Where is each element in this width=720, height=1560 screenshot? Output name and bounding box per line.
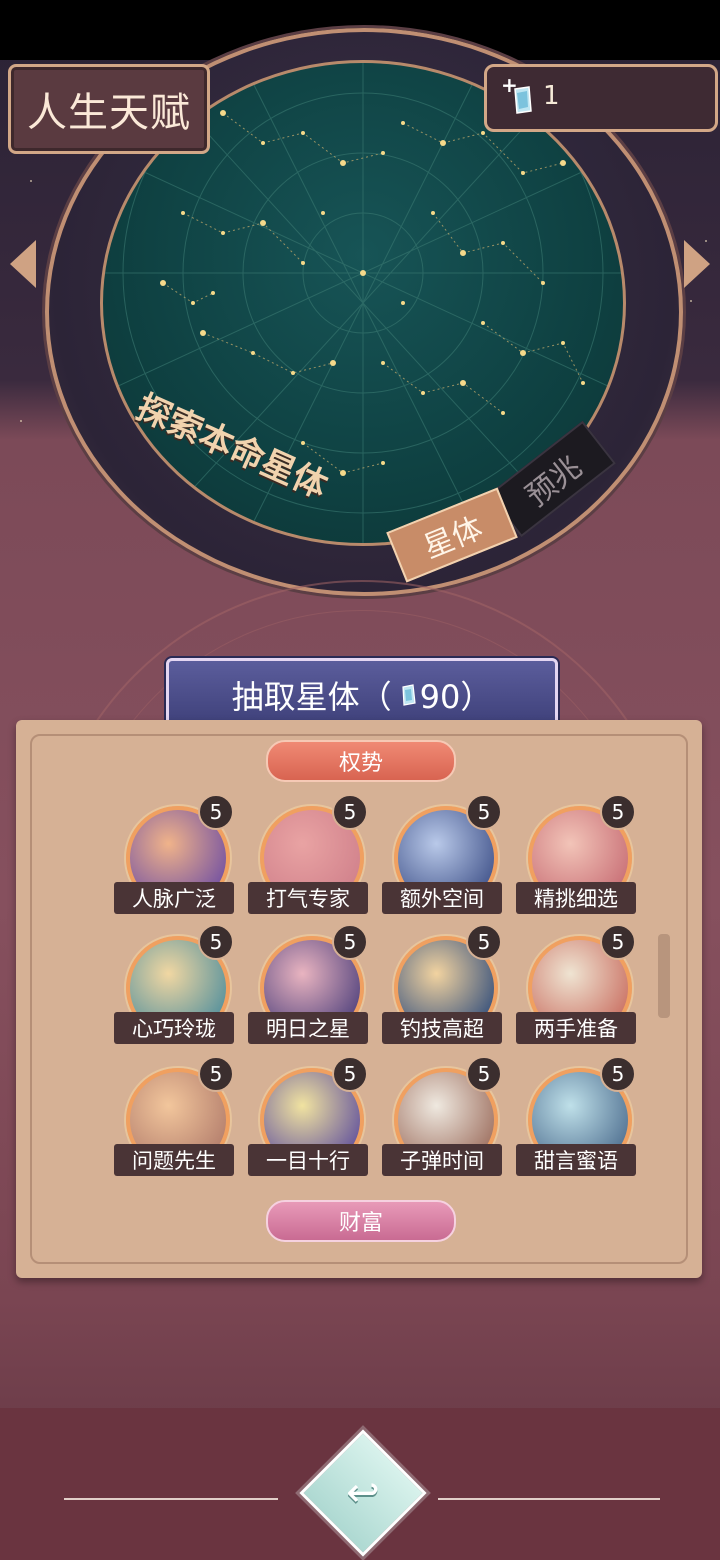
- map-star: [261, 141, 265, 145]
- map-star: [291, 371, 295, 375]
- talent-level-badge: 5: [600, 924, 636, 960]
- map-star: [560, 160, 566, 166]
- map-star: [220, 110, 226, 116]
- talent-item[interactable]: 5 心巧玲珑: [110, 924, 240, 1056]
- background-star: [20, 420, 22, 422]
- talent-level-badge: 5: [332, 1056, 368, 1092]
- page-title: 人生天赋: [27, 90, 191, 136]
- screen: 人生天赋 + 1 探索本命星体 预兆 星体 抽取星体（ 90） 权势 财富 5人…: [0, 0, 720, 1560]
- map-star: [421, 391, 425, 395]
- background-star: [690, 300, 692, 302]
- map-star: [381, 151, 385, 155]
- talent-name: 人脉广泛: [114, 882, 234, 914]
- gem-counter[interactable]: + 1: [484, 64, 718, 132]
- talent-item[interactable]: 5 明日之星: [244, 924, 374, 1056]
- gem-count: 1: [543, 81, 560, 111]
- talent-level-badge: 5: [198, 794, 234, 830]
- talent-item[interactable]: 5 子弹时间: [378, 1056, 508, 1188]
- talent-name: 一目十行: [248, 1144, 368, 1176]
- talent-item[interactable]: 5 额外空间: [378, 794, 508, 926]
- gem-icon: [402, 684, 416, 706]
- talent-item[interactable]: 5 人脉广泛: [110, 794, 240, 926]
- talent-name: 钓技高超: [382, 1012, 502, 1044]
- category-wealth[interactable]: 财富: [266, 1200, 456, 1242]
- category-power[interactable]: 权势: [266, 740, 456, 782]
- draw-button-cost: 90）: [419, 678, 493, 716]
- map-star: [200, 330, 206, 336]
- map-star: [381, 461, 385, 465]
- map-star: [160, 280, 166, 286]
- map-star: [321, 211, 325, 215]
- talent-name: 心巧玲珑: [114, 1012, 234, 1044]
- talent-name: 两手准备: [516, 1012, 636, 1044]
- talent-item[interactable]: 5 两手准备: [512, 924, 642, 1056]
- map-star: [460, 380, 466, 386]
- map-star: [501, 411, 505, 415]
- map-star: [481, 131, 485, 135]
- talent-level-badge: 5: [600, 1056, 636, 1092]
- talent-name: 问题先生: [114, 1144, 234, 1176]
- map-star: [381, 361, 385, 365]
- dial-left-ornament: [10, 240, 36, 288]
- map-star: [481, 321, 485, 325]
- talent-level-badge: 5: [466, 1056, 502, 1092]
- map-star: [561, 341, 565, 345]
- talent-level-badge: 5: [332, 924, 368, 960]
- talent-level-badge: 5: [198, 1056, 234, 1092]
- map-star: [520, 350, 526, 356]
- map-star: [340, 160, 346, 166]
- talent-name: 明日之星: [248, 1012, 368, 1044]
- talent-item[interactable]: 5 钓技高超: [378, 924, 508, 1056]
- talent-item[interactable]: 5 打气专家: [244, 794, 374, 926]
- talent-level-badge: 5: [466, 794, 502, 830]
- map-star: [330, 360, 336, 366]
- map-star: [541, 281, 545, 285]
- talent-item[interactable]: 5 问题先生: [110, 1056, 240, 1188]
- talent-name: 打气专家: [248, 882, 368, 914]
- draw-button-label: 抽取星体（: [231, 678, 392, 716]
- scrollbar[interactable]: [658, 934, 670, 1018]
- talent-name: 额外空间: [382, 882, 502, 914]
- divider-right: [438, 1498, 660, 1500]
- background-star: [30, 180, 32, 182]
- map-star: [440, 140, 446, 146]
- talent-level-badge: 5: [198, 924, 234, 960]
- map-star: [301, 131, 305, 135]
- talent-level-badge: 5: [466, 924, 502, 960]
- dial-right-ornament: [684, 240, 710, 288]
- talent-name: 子弹时间: [382, 1144, 502, 1176]
- map-star: [460, 250, 466, 256]
- map-star: [181, 211, 185, 215]
- talent-item[interactable]: 5 甜言蜜语: [512, 1056, 642, 1188]
- map-star: [401, 301, 405, 305]
- map-star: [401, 121, 405, 125]
- map-star: [191, 301, 195, 305]
- map-star: [260, 220, 266, 226]
- talent-item[interactable]: 5 精挑细选: [512, 794, 642, 926]
- divider-left: [64, 1498, 278, 1500]
- talent-name: 精挑细选: [516, 882, 636, 914]
- map-star: [521, 171, 525, 175]
- page-title-box: 人生天赋: [8, 64, 210, 154]
- map-star: [221, 231, 225, 235]
- map-star: [360, 270, 366, 276]
- map-star: [431, 211, 435, 215]
- map-star: [301, 261, 305, 265]
- map-star: [501, 241, 505, 245]
- map-star: [211, 291, 215, 295]
- map-star: [251, 351, 255, 355]
- gem-icon: [514, 86, 532, 114]
- talent-level-badge: 5: [332, 794, 368, 830]
- talent-item[interactable]: 5 一目十行: [244, 1056, 374, 1188]
- map-star: [301, 441, 305, 445]
- talent-name: 甜言蜜语: [516, 1144, 636, 1176]
- map-star: [581, 381, 585, 385]
- talent-level-badge: 5: [600, 794, 636, 830]
- back-arrow-icon: ↩: [346, 1469, 380, 1516]
